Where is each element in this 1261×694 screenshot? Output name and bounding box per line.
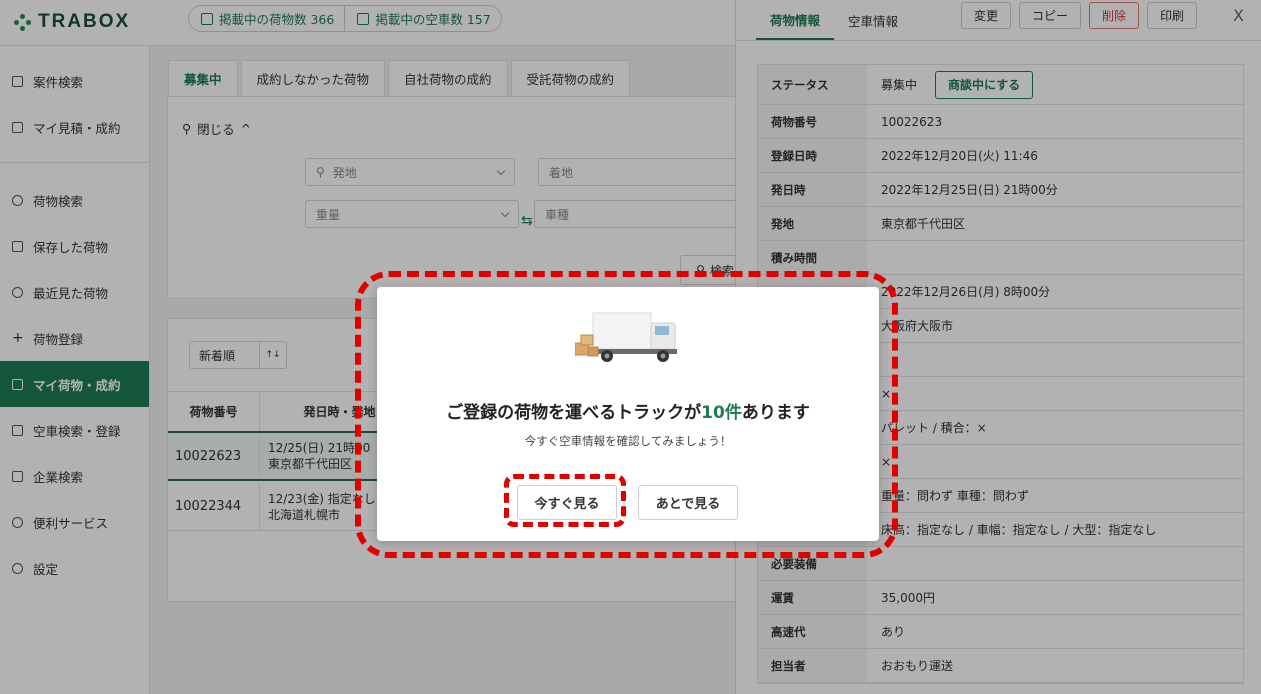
truck-match-modal: ご登録の荷物を運べるトラックが10件あります 今すぐ空車情報を確認してみましょう… xyxy=(377,287,879,541)
truck-illustration-icon xyxy=(575,312,677,362)
modal-title-suffix: あります xyxy=(741,403,810,423)
modal-title-count: 10件 xyxy=(701,403,742,423)
view-later-button[interactable]: あとで見る xyxy=(638,485,738,520)
view-now-button[interactable]: 今すぐ見る xyxy=(517,485,617,520)
modal-subtitle: 今すぐ空車情報を確認してみましょう！ xyxy=(524,434,732,448)
modal-title-prefix: ご登録の荷物を運べるトラックが xyxy=(446,403,702,423)
modal-title: ご登録の荷物を運べるトラックが10件あります xyxy=(377,398,879,423)
